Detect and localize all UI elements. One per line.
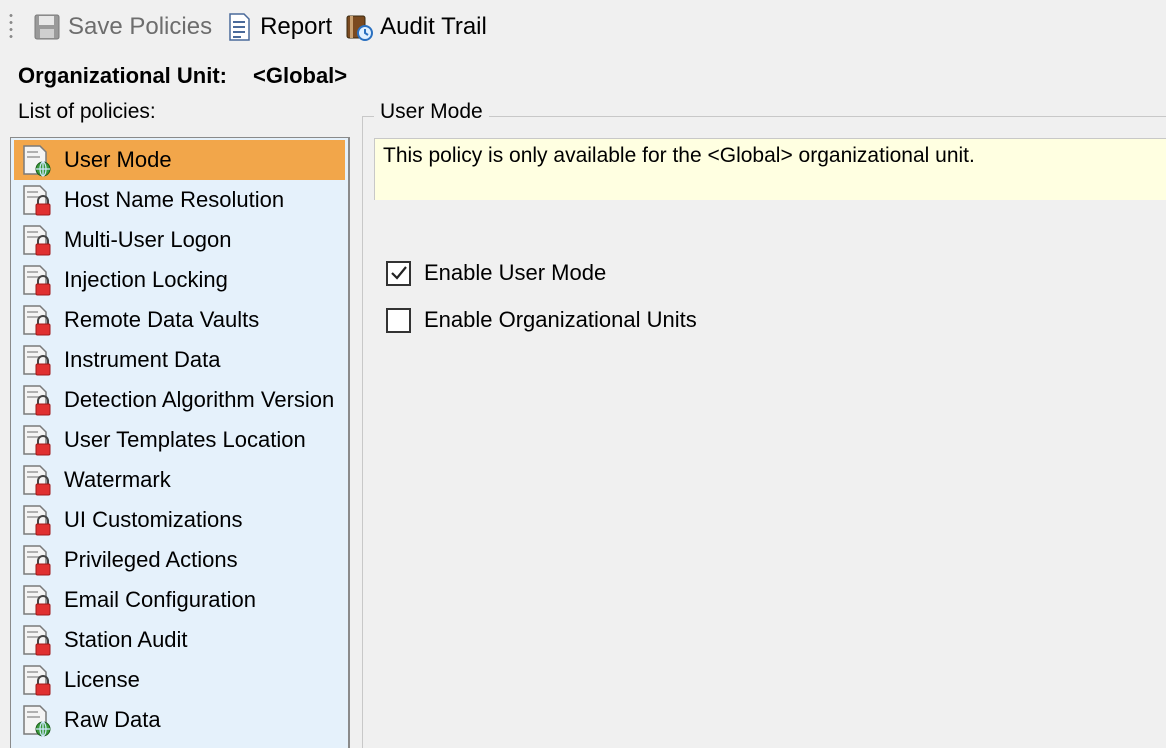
floppy-disk-icon — [34, 14, 60, 40]
policy-group-title: User Mode — [374, 100, 489, 124]
policy-item-label: Raw Data — [64, 707, 161, 732]
policy-item[interactable]: Privileged Actions — [14, 540, 345, 580]
toolbar: Save Policies Report Audit Trail — [0, 0, 1166, 54]
policy-item-label: User Templates Location — [64, 427, 306, 452]
policy-list-caption: List of policies: — [18, 100, 156, 123]
policy-item-label: Privileged Actions — [64, 547, 238, 572]
policy-item[interactable]: License — [14, 660, 345, 700]
policy-item[interactable]: UI Customizations — [14, 500, 345, 540]
save-policies-label: Save Policies — [68, 13, 213, 40]
lock-policy-icon — [18, 502, 54, 538]
policy-item[interactable]: Injection Locking — [14, 260, 345, 300]
policy-item[interactable]: Remote Data Vaults — [14, 300, 345, 340]
policy-item[interactable]: Detection Algorithm Version — [14, 380, 345, 420]
lock-policy-icon — [18, 382, 54, 418]
policy-item-label: Detection Algorithm Version — [64, 387, 335, 412]
report-icon — [229, 13, 250, 41]
lock-policy-icon — [18, 422, 54, 458]
policy-item-label: Watermark — [64, 467, 171, 492]
organizational-unit-value: <Global> — [253, 63, 348, 88]
enable-organizational-units-checkbox[interactable] — [386, 307, 411, 333]
policy-item[interactable]: Station Audit — [14, 620, 345, 660]
organizational-unit-label: Organizational Unit: — [18, 63, 227, 88]
report-button[interactable]: Report — [220, 7, 340, 47]
enable-user-mode-checkbox[interactable] — [386, 260, 411, 286]
policy-item-label: Instrument Data — [64, 347, 221, 372]
lock-policy-icon — [18, 582, 54, 618]
lock-policy-icon — [18, 302, 54, 338]
policy-item-label: User Mode — [64, 147, 172, 172]
policy-item-label: Multi-User Logon — [64, 227, 232, 252]
lock-policy-icon — [18, 182, 54, 218]
policy-item[interactable]: Email Configuration — [14, 580, 345, 620]
audit-trail-icon — [346, 15, 374, 41]
policy-group-frame — [362, 116, 1166, 748]
enable-organizational-units-checkbox-row[interactable]: Enable Organizational Units — [386, 305, 697, 335]
save-policies-button[interactable]: Save Policies — [28, 7, 220, 47]
enable-organizational-units-label[interactable]: Enable Organizational Units — [424, 307, 697, 333]
policy-item-label: UI Customizations — [64, 507, 243, 532]
toolbar-grip[interactable] — [8, 12, 14, 42]
policy-item-label: Host Name Resolution — [64, 187, 285, 212]
globe-policy-icon — [18, 702, 54, 738]
policy-item[interactable]: User Templates Location — [14, 420, 345, 460]
lock-policy-icon — [18, 662, 54, 698]
report-label: Report — [260, 13, 333, 40]
lock-policy-icon — [18, 222, 54, 258]
lock-policy-icon — [18, 622, 54, 658]
audit-trail-label: Audit Trail — [380, 13, 487, 40]
lock-policy-icon — [18, 262, 54, 298]
policy-item-label: License — [64, 667, 140, 692]
enable-user-mode-label[interactable]: Enable User Mode — [424, 260, 606, 286]
lock-policy-icon — [18, 542, 54, 578]
globe-policy-icon — [18, 142, 54, 178]
policy-item-label: Station Audit — [64, 627, 188, 652]
policy-item[interactable]: Watermark — [14, 460, 345, 500]
policy-list[interactable]: User Mode Host Name Resolution Multi-Use… — [10, 137, 350, 748]
audit-trail-button[interactable]: Audit Trail — [340, 7, 495, 47]
lock-policy-icon — [18, 342, 54, 378]
organizational-unit-row: Organizational Unit: <Global> — [18, 60, 347, 92]
policy-item[interactable]: User Mode — [14, 140, 345, 180]
policy-item-label: Remote Data Vaults — [64, 307, 260, 332]
policy-info-box: This policy is only available for the <G… — [374, 138, 1166, 200]
enable-user-mode-checkbox-row[interactable]: Enable User Mode — [386, 258, 606, 288]
policy-item[interactable]: Instrument Data — [14, 340, 345, 380]
policy-item[interactable]: Raw Data — [14, 700, 345, 740]
policy-item[interactable]: Multi-User Logon — [14, 220, 345, 260]
policy-info-text: This policy is only available for the <G… — [383, 144, 975, 167]
policy-item[interactable]: Host Name Resolution — [14, 180, 345, 220]
checkmark-icon — [390, 266, 407, 280]
policy-item-label: Injection Locking — [64, 267, 228, 292]
policy-item-label: Email Configuration — [64, 587, 256, 612]
lock-policy-icon — [18, 462, 54, 498]
